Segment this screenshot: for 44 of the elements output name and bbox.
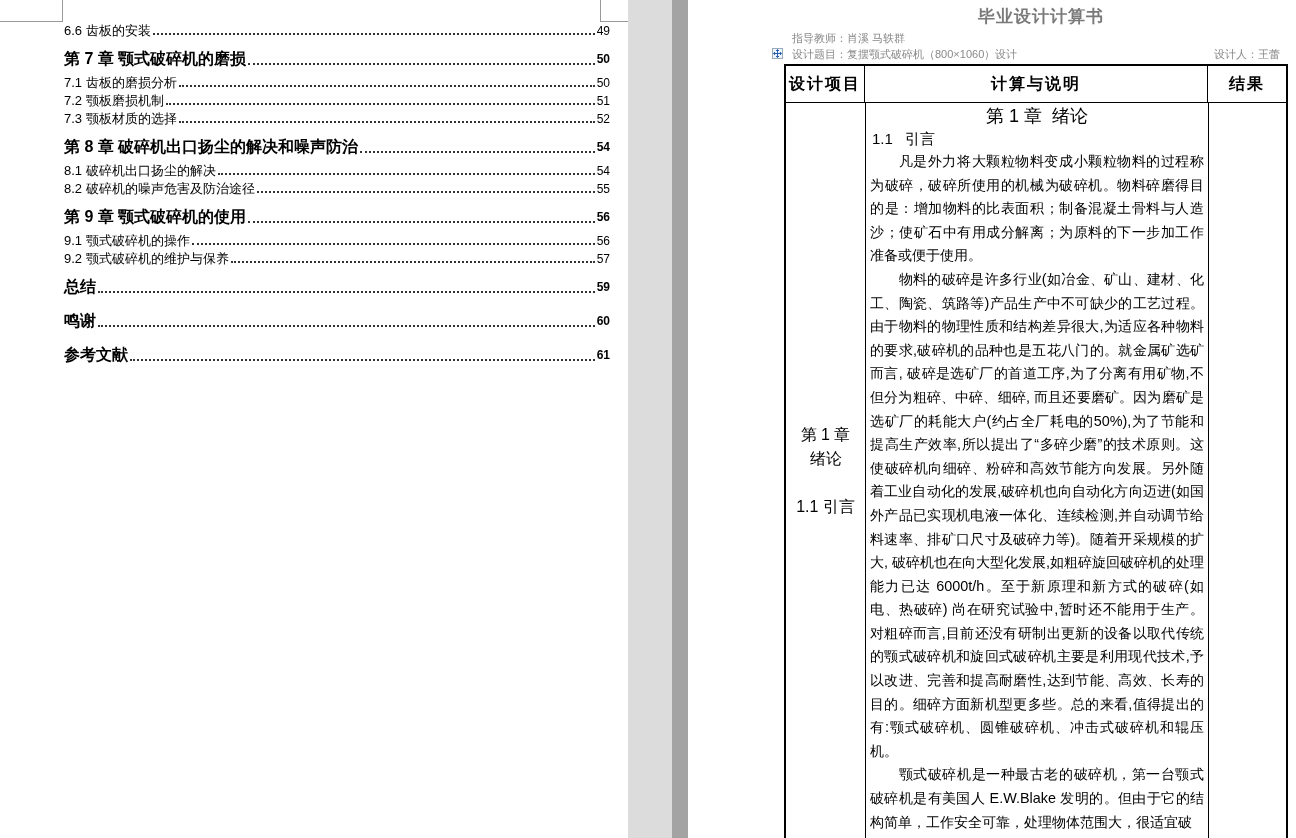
page-number: 56 xyxy=(596,209,610,226)
toc-heading: 7.3 颚板材质的选择 xyxy=(64,110,177,128)
toc-heading: 9.2 颚式破碎机的维护与保养 xyxy=(64,250,229,268)
page-number: 50 xyxy=(596,75,610,92)
header-title: 毕业设计计算书 xyxy=(978,6,1104,28)
toc-heading: 第 9 章 颚式破碎机的使用 xyxy=(64,207,247,227)
toc-heading: 7.1 齿板的磨损分析 xyxy=(64,74,177,92)
page-number: 52 xyxy=(596,111,610,128)
column-header: 结果 xyxy=(1228,74,1266,94)
topic-line: 设计题目：复摆颚式破碎机（800×1060）设计 xyxy=(791,47,1018,62)
body-paragraph: 颚式破碎机是一种最古老的破碎机，第一台颚式破碎机是有美国人 E.W.Blake 发明的。但由于它的结构简单，工作安全可靠，处理物体范围大，很适宜破 xyxy=(870,765,1204,832)
designer-line: 设计人：王蕾 xyxy=(1214,47,1280,62)
toc-heading: 6.6 齿板的安装 xyxy=(64,22,151,40)
page-number: 57 xyxy=(596,251,610,268)
section-heading: 1.1 引言 xyxy=(871,129,937,149)
advisor-line: 指导教师：肖溪 马轶群 xyxy=(791,31,907,46)
table-move-icon[interactable] xyxy=(772,48,783,59)
toc-heading: 9.1 颚式破碎机的操作 xyxy=(64,232,190,250)
column-header: 计算与说明 xyxy=(864,66,1208,102)
page-number: 61 xyxy=(596,347,610,364)
page-number: 56 xyxy=(596,233,610,250)
toc-heading: 总结 xyxy=(64,277,96,297)
body-paragraph: 凡是外力将大颗粒物料变成小颗粒物料的过程称为破碎，破碎所使用的机械为破碎机。物料碎磨得目的是：增加物料的比表面积；制备混凝土骨料与人造沙；使矿石中有用成分解离；为原料的下一步加工作准备或便于使用。 xyxy=(870,152,1204,266)
toc-heading: 8.2 破碎机的噪声危害及防治途径 xyxy=(64,180,255,198)
toc-heading: 7.2 颚板磨损机制 xyxy=(64,92,164,110)
page-number: 50 xyxy=(596,51,610,68)
table-cell-text: 1.1 引言 xyxy=(796,496,855,517)
toc-heading: 第 8 章 破碎机出口扬尘的解决和噪声防治 xyxy=(64,137,359,157)
body-paragraph: 物料的破碎是许多行业(如冶金、矿山、建材、化工、陶瓷、筑路等)产品生产中不可缺少的工艺过程。由于物料的物理性质和结构差异很大,为适应各种物料的要求,破碎机的品种也是五花八门的。就金属矿选矿而言, 破碎是选矿厂的首道工序,为了分离有用矿物,不但分为粗碎、中碎、细碎, 而且还要磨矿。因为磨矿是选矿厂的耗能大户(约占全厂耗电的50%),为了节能和提高生产效率,所以提出了“多碎少磨”的技术原则。这使破碎机向细碎、粉碎和高效节能方向发展。另外随着工业自动化的发展,破碎机也向自动化方向迈进(如国外产品已实现机电液一体化、连续检测,并自动调节给料速率、排矿口尺寸及破碎力等)。随着开采规模的扩大, 破碎机也在向大型化发展,如粗碎旋回破碎机的处理能力已达 6000t/h。至于新原理和新方式的破碎(如电、热破碎) 尚在研究试验中,暂时还不能用于生产。对粗碎而言,目前还没有研制出更新的设备以取代传统的颚式破碎机和旋回式破碎机主要是利用现代技术,予以改进、完善和提高耐磨性,达到节能、高效、长寿的目的。细碎方面新机型更多些。总的来看,值得提出的有:颚式破碎机、圆锥破碎机、冲击式破碎机和辊压机。 xyxy=(870,269,1204,761)
column-header: 设计项目 xyxy=(787,74,862,94)
page-number: 54 xyxy=(596,163,610,180)
table-cell-text: 第 1 章 xyxy=(800,424,851,445)
page-number: 60 xyxy=(596,313,610,330)
page-number: 54 xyxy=(596,139,610,156)
page-number: 49 xyxy=(596,23,610,40)
page-number: 55 xyxy=(596,181,610,198)
table-cell-text: 绪论 xyxy=(809,448,842,469)
page-number: 59 xyxy=(596,279,610,296)
toc-heading: 8.1 破碎机出口扬尘的解决 xyxy=(64,162,216,180)
toc-heading: 参考文献 xyxy=(64,345,128,365)
toc-heading: 第 7 章 颚式破碎机的磨损 xyxy=(64,49,247,69)
page-number: 51 xyxy=(596,93,610,110)
chapter-heading: 第 1 章 绪论 xyxy=(985,105,1089,127)
toc-heading: 鸣谢 xyxy=(64,311,96,331)
